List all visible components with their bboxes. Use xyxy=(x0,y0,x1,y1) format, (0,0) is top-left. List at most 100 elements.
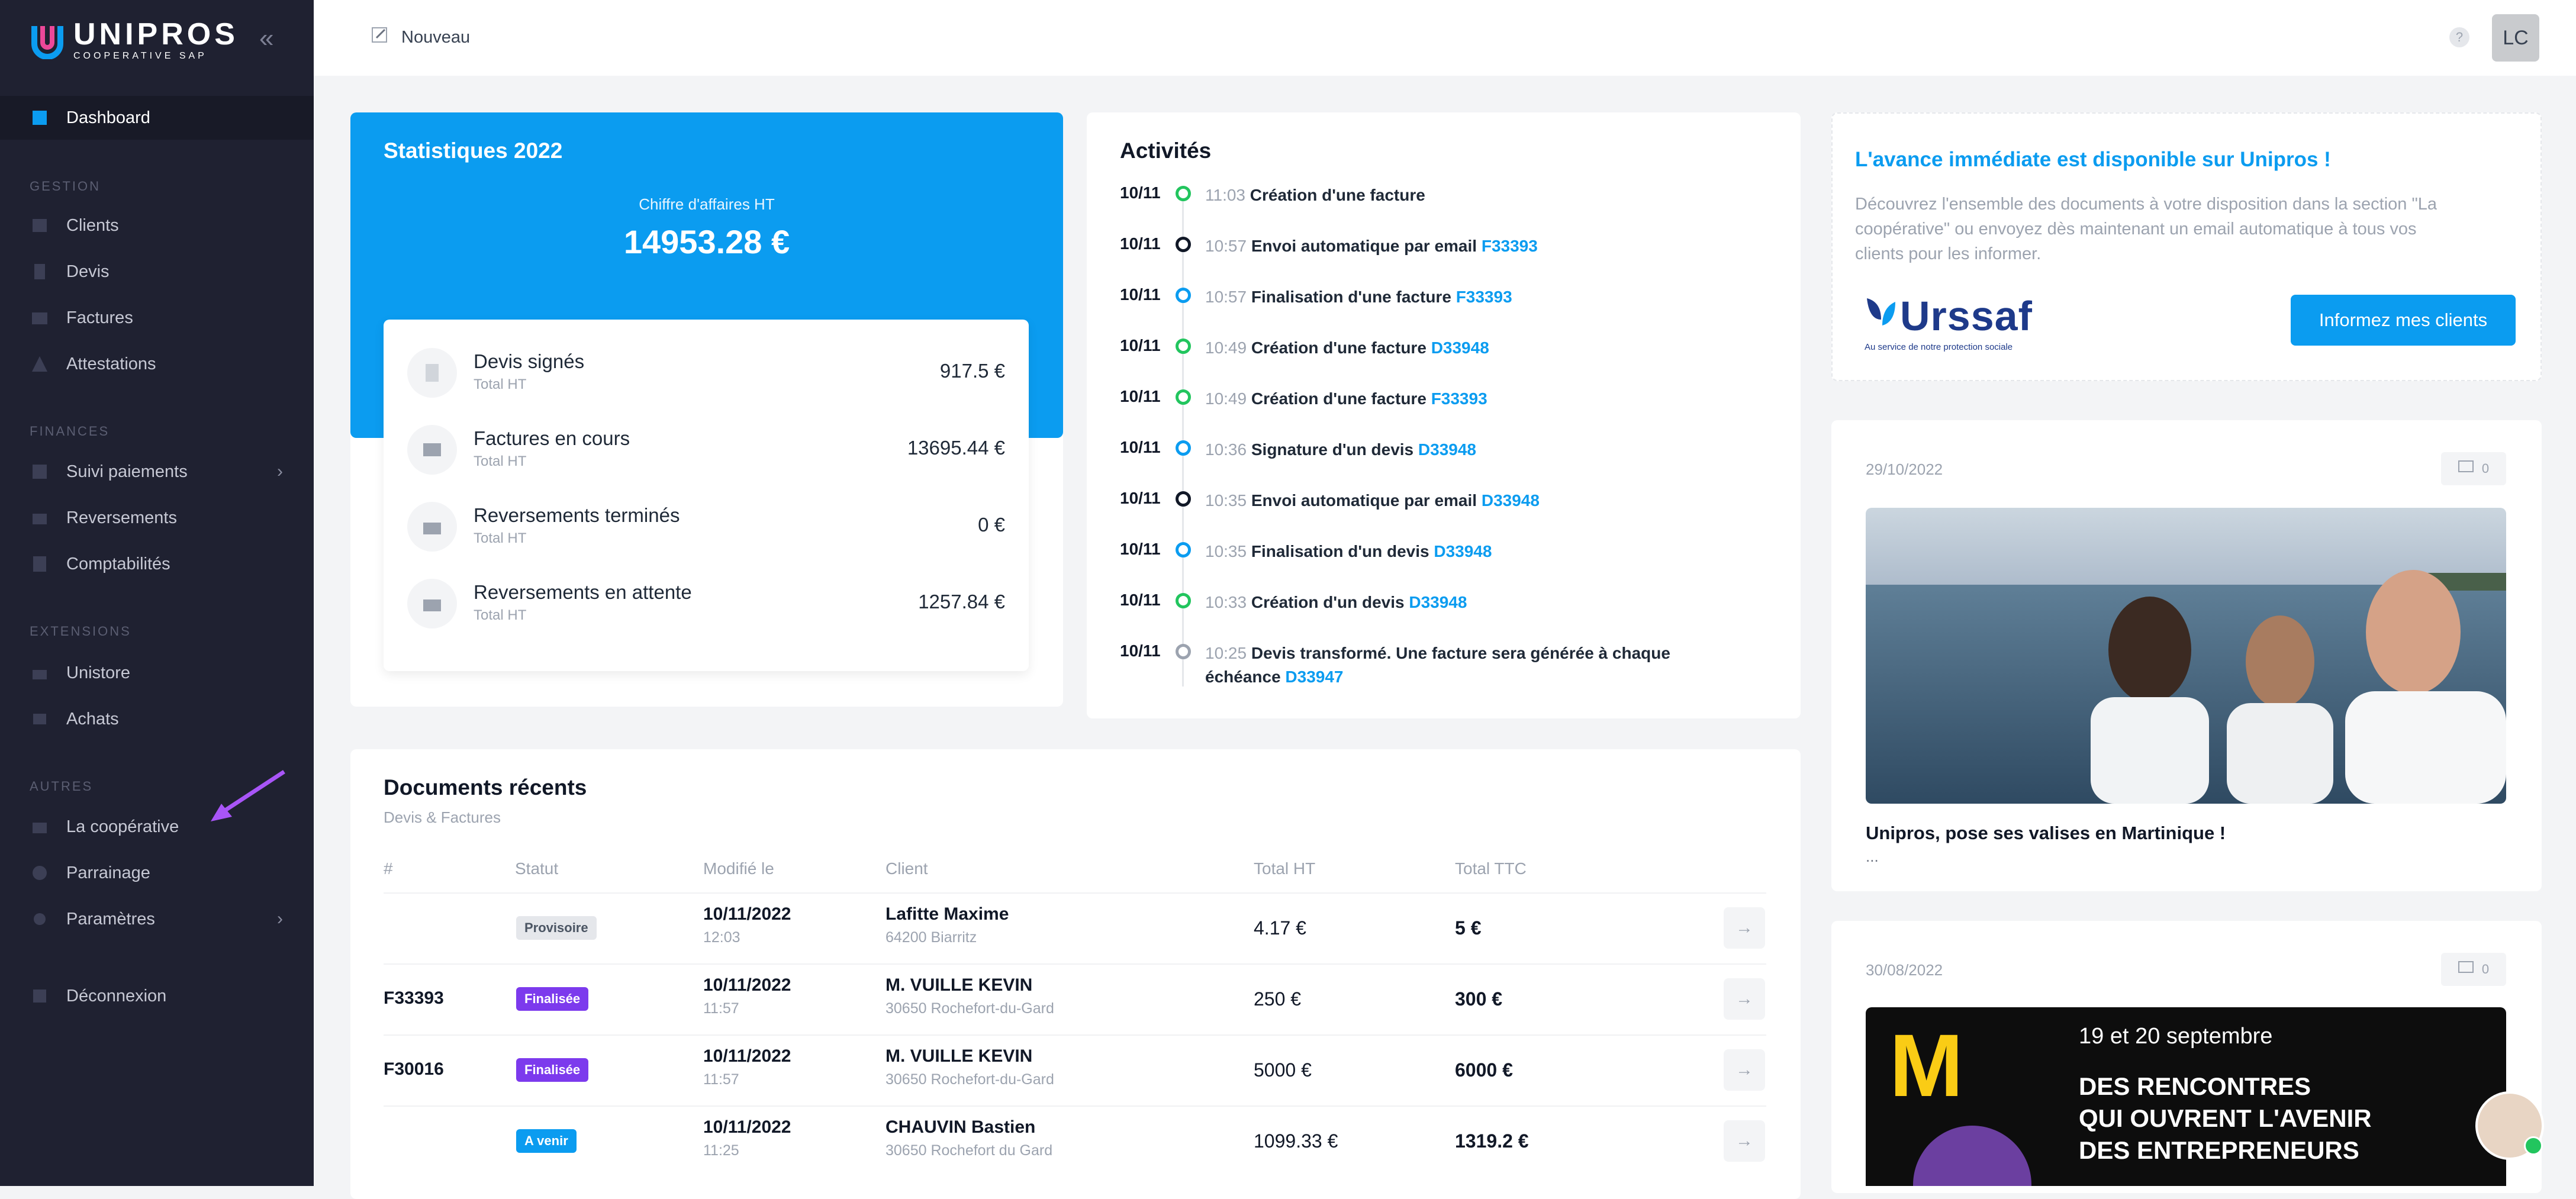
timeline-dot xyxy=(1176,593,1191,608)
activity-date: 10/11 xyxy=(1120,387,1161,405)
arrow-right-icon[interactable]: → xyxy=(1724,978,1765,1020)
doc-client[interactable]: M. VUILLE KEVIN xyxy=(886,1046,1032,1066)
poster-circle xyxy=(1913,1126,2031,1186)
sidebar-item-label: Dashboard xyxy=(66,108,150,127)
activity-label: Finalisation d'un devis xyxy=(1251,542,1429,560)
document-icon xyxy=(407,348,457,398)
activity-date: 10/11 xyxy=(1120,183,1161,202)
activity-label: Envoi automatique par email xyxy=(1251,491,1477,510)
support-chat-avatar[interactable] xyxy=(2475,1091,2544,1160)
comments-count: 0 xyxy=(2481,962,2490,976)
row-divider xyxy=(384,963,1766,965)
doc-time: 12:03 xyxy=(703,929,740,946)
doc-total-ttc: 300 € xyxy=(1455,988,1503,1010)
sidebar-item-reversements[interactable]: Reversements xyxy=(0,496,314,540)
stat-name: Devis signés xyxy=(474,350,585,372)
doc-total-ttc: 5 € xyxy=(1455,917,1482,939)
news-title[interactable]: Unipros, pose ses valises en Martinique … xyxy=(1866,823,2226,844)
sidebar-item-parametres[interactable]: Paramètres › xyxy=(0,897,314,941)
store-icon xyxy=(30,663,50,683)
status-badge: A venir xyxy=(516,1129,577,1153)
doc-total-ht: 250 € xyxy=(1254,988,1302,1010)
brand-subtitle: COOPERATIVE SAP xyxy=(73,51,207,61)
activity-date: 10/11 xyxy=(1120,336,1161,354)
doc-client[interactable]: CHAUVIN Bastien xyxy=(886,1117,1035,1137)
activity-date: 10/11 xyxy=(1120,591,1161,609)
sidebar-item-factures[interactable]: Factures xyxy=(0,296,314,340)
arrow-right-icon[interactable]: → xyxy=(1724,907,1765,949)
arrow-right-icon[interactable]: → xyxy=(1724,1049,1765,1091)
activity-document-link[interactable]: F33393 xyxy=(1456,288,1512,306)
activity-document-link[interactable]: D33947 xyxy=(1285,668,1343,686)
sidebar-item-label: Unistore xyxy=(66,663,130,682)
wallet-icon xyxy=(30,308,50,328)
help-icon[interactable]: ? xyxy=(2449,27,2469,47)
comments-badge[interactable]: 0 xyxy=(2441,953,2506,986)
sidebar-item-comptabilites[interactable]: Comptabilités xyxy=(0,542,314,586)
comment-icon xyxy=(2458,460,2474,477)
stat-row[interactable]: Devis signés Total HT 917.5 € xyxy=(407,337,1005,402)
activity-document-link[interactable]: D33948 xyxy=(1409,593,1467,611)
documents-title: Documents récents xyxy=(384,775,587,800)
bank-icon xyxy=(407,579,457,628)
sidebar-item-unistore[interactable]: Unistore xyxy=(0,651,314,695)
stat-value: 13695.44 € xyxy=(907,437,1005,459)
activity-document-link[interactable]: D33948 xyxy=(1482,491,1540,510)
status-badge: Finalisée xyxy=(516,1058,589,1082)
comments-badge[interactable]: 0 xyxy=(2441,452,2506,485)
stat-row[interactable]: Reversements terminés Total HT 0 € xyxy=(407,491,1005,556)
activity-time: 10:49 xyxy=(1205,389,1247,408)
doc-number[interactable]: F33393 xyxy=(384,988,444,1008)
sidebar-item-suivi-paiements[interactable]: Suivi paiements › xyxy=(0,450,314,494)
sidebar-item-parrainage[interactable]: Parrainage xyxy=(0,851,314,895)
payments-icon xyxy=(30,462,50,482)
poster-letter: M xyxy=(1889,1016,1963,1115)
activity-label: Création d'une facture xyxy=(1250,186,1425,204)
timeline-dot xyxy=(1176,491,1191,507)
dashboard-icon xyxy=(30,108,50,128)
timeline-dot xyxy=(1176,644,1191,659)
double-chevron-left-icon[interactable]: « xyxy=(259,24,273,53)
sidebar-item-dashboard[interactable]: Dashboard xyxy=(0,96,314,140)
activity-document-link[interactable]: D33948 xyxy=(1431,339,1489,357)
doc-address: 30650 Rochefort du Gard xyxy=(886,1142,1053,1159)
stat-value: 917.5 € xyxy=(939,360,1005,382)
doc-client[interactable]: Lafitte Maxime xyxy=(886,904,1009,924)
logo[interactable]: UNIPROS COOPERATIVE SAP xyxy=(28,19,239,62)
news-date: 30/08/2022 xyxy=(1866,961,1943,979)
certificate-icon xyxy=(30,354,50,374)
activity-time: 10:25 xyxy=(1205,644,1247,662)
timeline-dot xyxy=(1176,186,1191,201)
doc-time: 11:57 xyxy=(703,1071,739,1088)
activity-document-link[interactable]: F33393 xyxy=(1482,237,1538,255)
inform-clients-button[interactable]: Informez mes clients xyxy=(2291,295,2516,346)
sidebar-item-deconnexion[interactable]: Déconnexion xyxy=(0,974,314,1018)
doc-time: 11:57 xyxy=(703,1000,739,1017)
avatar[interactable]: LC xyxy=(2492,14,2539,62)
activity-document-link[interactable]: D33948 xyxy=(1434,542,1492,560)
doc-client[interactable]: M. VUILLE KEVIN xyxy=(886,975,1032,995)
unipros-logo-icon xyxy=(28,21,66,60)
doc-date: 10/11/2022 xyxy=(703,975,791,995)
stat-sub: Total HT xyxy=(474,607,527,623)
poster-line-3: DES ENTREPRENEURS xyxy=(2079,1136,2359,1164)
col-total-ht: Total HT xyxy=(1254,859,1316,878)
sidebar-item-attestations[interactable]: Attestations xyxy=(0,342,314,386)
doc-address: 30650 Rochefort-du-Gard xyxy=(886,1000,1054,1017)
doc-number[interactable]: F30016 xyxy=(384,1059,444,1079)
stat-row[interactable]: Reversements en attente Total HT 1257.84… xyxy=(407,568,1005,633)
sidebar-item-clients[interactable]: Clients xyxy=(0,204,314,247)
activity-document-link[interactable]: F33393 xyxy=(1431,389,1487,408)
section-gestion: GESTION xyxy=(30,179,101,194)
sidebar-item-devis[interactable]: Devis xyxy=(0,250,314,294)
bank-icon xyxy=(30,508,50,528)
new-button[interactable]: Nouveau xyxy=(371,26,470,49)
doc-date: 10/11/2022 xyxy=(703,904,791,924)
activity-document-link[interactable]: D33948 xyxy=(1418,440,1476,459)
activity-time: 11:03 xyxy=(1205,186,1245,204)
promo-text: Découvrez l'ensemble des documents à vot… xyxy=(1855,195,2437,263)
arrow-right-icon[interactable]: → xyxy=(1724,1120,1765,1162)
stat-row[interactable]: Factures en cours Total HT 13695.44 € xyxy=(407,414,1005,479)
sidebar-item-achats[interactable]: Achats xyxy=(0,697,314,741)
doc-address: 64200 Biarritz xyxy=(886,929,977,946)
